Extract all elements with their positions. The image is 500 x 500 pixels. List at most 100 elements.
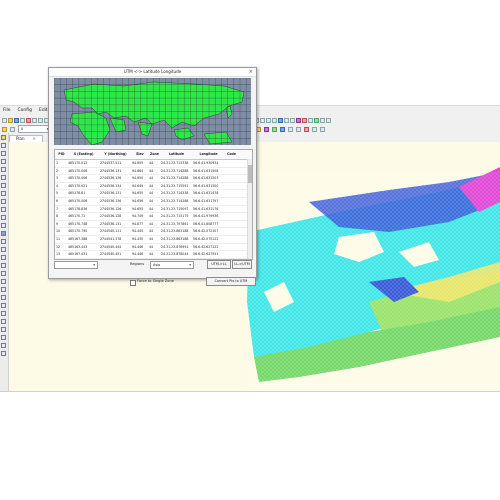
code-line-icon[interactable] — [279, 126, 285, 132]
code-symbol-icon[interactable] — [271, 126, 277, 132]
column-header-latitude[interactable]: Latitude — [160, 150, 192, 159]
label-icon[interactable] — [284, 117, 289, 123]
column-header-longitude[interactable]: Longitude — [192, 150, 224, 159]
table-row[interactable]: 10 465170.790 2744540.111 94.445 44 24.31.23.… — [55, 228, 252, 236]
erase-tool-icon[interactable] — [1, 279, 6, 284]
color-wheel-icon[interactable] — [296, 117, 301, 123]
layer-state-icon[interactable] — [10, 126, 15, 132]
column-header-zone[interactable]: Zone — [148, 150, 160, 159]
table-row[interactable]: 11 465167.388 2744541.378 94.435 44 24.31.23.… — [55, 236, 252, 244]
table-scrollbar[interactable] — [247, 159, 252, 259]
menu-config[interactable]: Config — [18, 108, 32, 113]
image-tool-icon[interactable] — [1, 263, 6, 268]
table-row[interactable]: 12 465163.443 2744540.444 94.446 44 24.31.23.… — [55, 244, 252, 252]
new-file-icon[interactable] — [2, 117, 7, 123]
polyline-tool-icon[interactable] — [1, 151, 6, 156]
menu-edit[interactable]: Edit — [39, 108, 48, 113]
layer-manager-icon[interactable] — [2, 126, 7, 132]
projection-select[interactable]: ▾ — [54, 261, 98, 269]
circle-tool-icon[interactable] — [1, 167, 6, 172]
code-color-icon[interactable] — [263, 126, 269, 132]
force-single-zone-checkbox[interactable] — [130, 280, 136, 286]
column-header-pid[interactable]: PID — [55, 150, 67, 159]
copy-icon[interactable] — [32, 117, 37, 123]
orbit-icon[interactable] — [320, 117, 325, 123]
column-header-easting[interactable]: X (Easting) — [67, 150, 99, 159]
open-folder-icon[interactable] — [8, 117, 13, 123]
stretch-tool-icon[interactable] — [1, 343, 6, 348]
utm-to-ll-button[interactable]: UTM->LL — [207, 260, 231, 269]
table-row[interactable]: 13 465167.431 2744540.451 94.448 44 24.31.23.… — [55, 251, 252, 259]
close-icon[interactable]: × — [249, 68, 253, 76]
code-import-icon[interactable] — [311, 126, 317, 132]
scrollbar-thumb[interactable] — [248, 165, 252, 183]
mirror-tool-icon[interactable] — [1, 295, 6, 300]
code-export-icon[interactable] — [319, 126, 325, 132]
column-header-northing[interactable]: Y (Northing) — [99, 150, 131, 159]
point-tool-icon[interactable] — [1, 199, 6, 204]
table-row[interactable]: 6 465170.006 2744536.136 94.656 44 24.31.23.7… — [55, 198, 252, 206]
print-icon[interactable] — [20, 117, 25, 123]
rectangle-tool-icon[interactable] — [1, 175, 6, 180]
shade-icon[interactable] — [314, 117, 319, 123]
leader-tool-icon[interactable] — [1, 255, 6, 260]
cogo-icon[interactable] — [260, 117, 265, 123]
save-icon[interactable] — [14, 117, 19, 123]
table-row[interactable]: 9 465170.748 2744536.131 94.877 44 24.31.23.7… — [55, 221, 252, 229]
scale-tool-icon[interactable] — [1, 335, 6, 340]
cell-pid: 4 — [56, 183, 59, 188]
left-draw-toolbar — [0, 133, 9, 391]
ll-to-utm-button[interactable]: LL->UTM — [232, 260, 252, 269]
dimension-tool-icon[interactable] — [1, 247, 6, 252]
copy-tool-icon[interactable] — [1, 287, 6, 292]
help-icon[interactable] — [326, 117, 331, 123]
tab-plan[interactable]: Plan × — [9, 135, 43, 142]
mtext-tool-icon[interactable] — [1, 223, 6, 228]
line-icon[interactable] — [1, 143, 6, 148]
column-header-elev[interactable]: Elev — [131, 150, 148, 159]
move-tool-icon[interactable] — [1, 319, 6, 324]
trim-tool-icon[interactable] — [1, 351, 6, 356]
arc-tool-icon[interactable] — [1, 159, 6, 164]
view3d-icon[interactable] — [308, 117, 313, 123]
traverse-icon[interactable] — [266, 117, 271, 123]
coordinate-icon[interactable] — [278, 117, 283, 123]
table-row[interactable]: 4 465170.021 2744536.134 94.649 44 24.31.23.7… — [55, 183, 252, 191]
code-point-icon[interactable] — [295, 126, 301, 132]
text-tool-icon[interactable] — [1, 215, 6, 220]
cell-pid: 14 — [55, 259, 67, 260]
inverse-icon[interactable] — [272, 117, 277, 123]
insert-block-icon[interactable] — [1, 231, 6, 236]
table-row[interactable]: 3 465170.006 2744536.136 94.650 44 24.31.23.7… — [55, 175, 252, 183]
table-row[interactable]: 2 465170.006 2744536.131 94.664 44 24.31.23.7… — [55, 168, 252, 176]
cut-icon[interactable] — [26, 117, 31, 123]
table-row[interactable]: 7 465178.836 2744536.126 94.655 44 24.31.23.7… — [55, 206, 252, 214]
regions-label: Regions — [130, 262, 145, 266]
hatch-tool-icon[interactable] — [1, 207, 6, 212]
table-row[interactable]: 8 465170.72 2744536.128 94.749 44 24.31.23.71… — [55, 213, 252, 221]
regions-select[interactable]: Asia ▾ — [150, 261, 194, 269]
ellipse-tool-icon[interactable] — [1, 191, 6, 196]
report-icon[interactable] — [290, 117, 295, 123]
offset-tool-icon[interactable] — [1, 303, 6, 308]
rotate-tool-icon[interactable] — [1, 327, 6, 332]
spline-tool-icon[interactable] — [1, 183, 6, 188]
region-tool-icon[interactable] — [1, 271, 6, 276]
select-icon[interactable] — [1, 135, 6, 140]
paste-icon[interactable] — [38, 117, 43, 123]
symbol-tool-icon[interactable] — [1, 239, 6, 244]
convert-pts-to-utm-button[interactable]: Convert Pts to UTM — [206, 277, 256, 286]
close-icon[interactable]: × — [33, 136, 36, 141]
menu-file[interactable]: File — [3, 108, 11, 113]
array-tool-icon[interactable] — [1, 311, 6, 316]
cell-northing: 2744541.378 — [100, 236, 122, 241]
column-header-code[interactable]: Code — [224, 150, 238, 159]
code-delete-icon[interactable] — [303, 126, 309, 132]
world-map-zone-grid[interactable] — [54, 78, 251, 145]
cell-pid: 7 — [56, 206, 59, 211]
layer-combo[interactable]: 0 ▼ — [18, 125, 52, 133]
render-icon[interactable] — [302, 117, 307, 123]
code-text-icon[interactable] — [287, 126, 293, 132]
table-row[interactable]: 5 465178.81 2744536.131 94.655 44 24.31.23.71… — [55, 190, 252, 198]
table-row[interactable]: 1 465170.012 2744537.511 94.655 44 24.31.23.7… — [55, 160, 252, 168]
